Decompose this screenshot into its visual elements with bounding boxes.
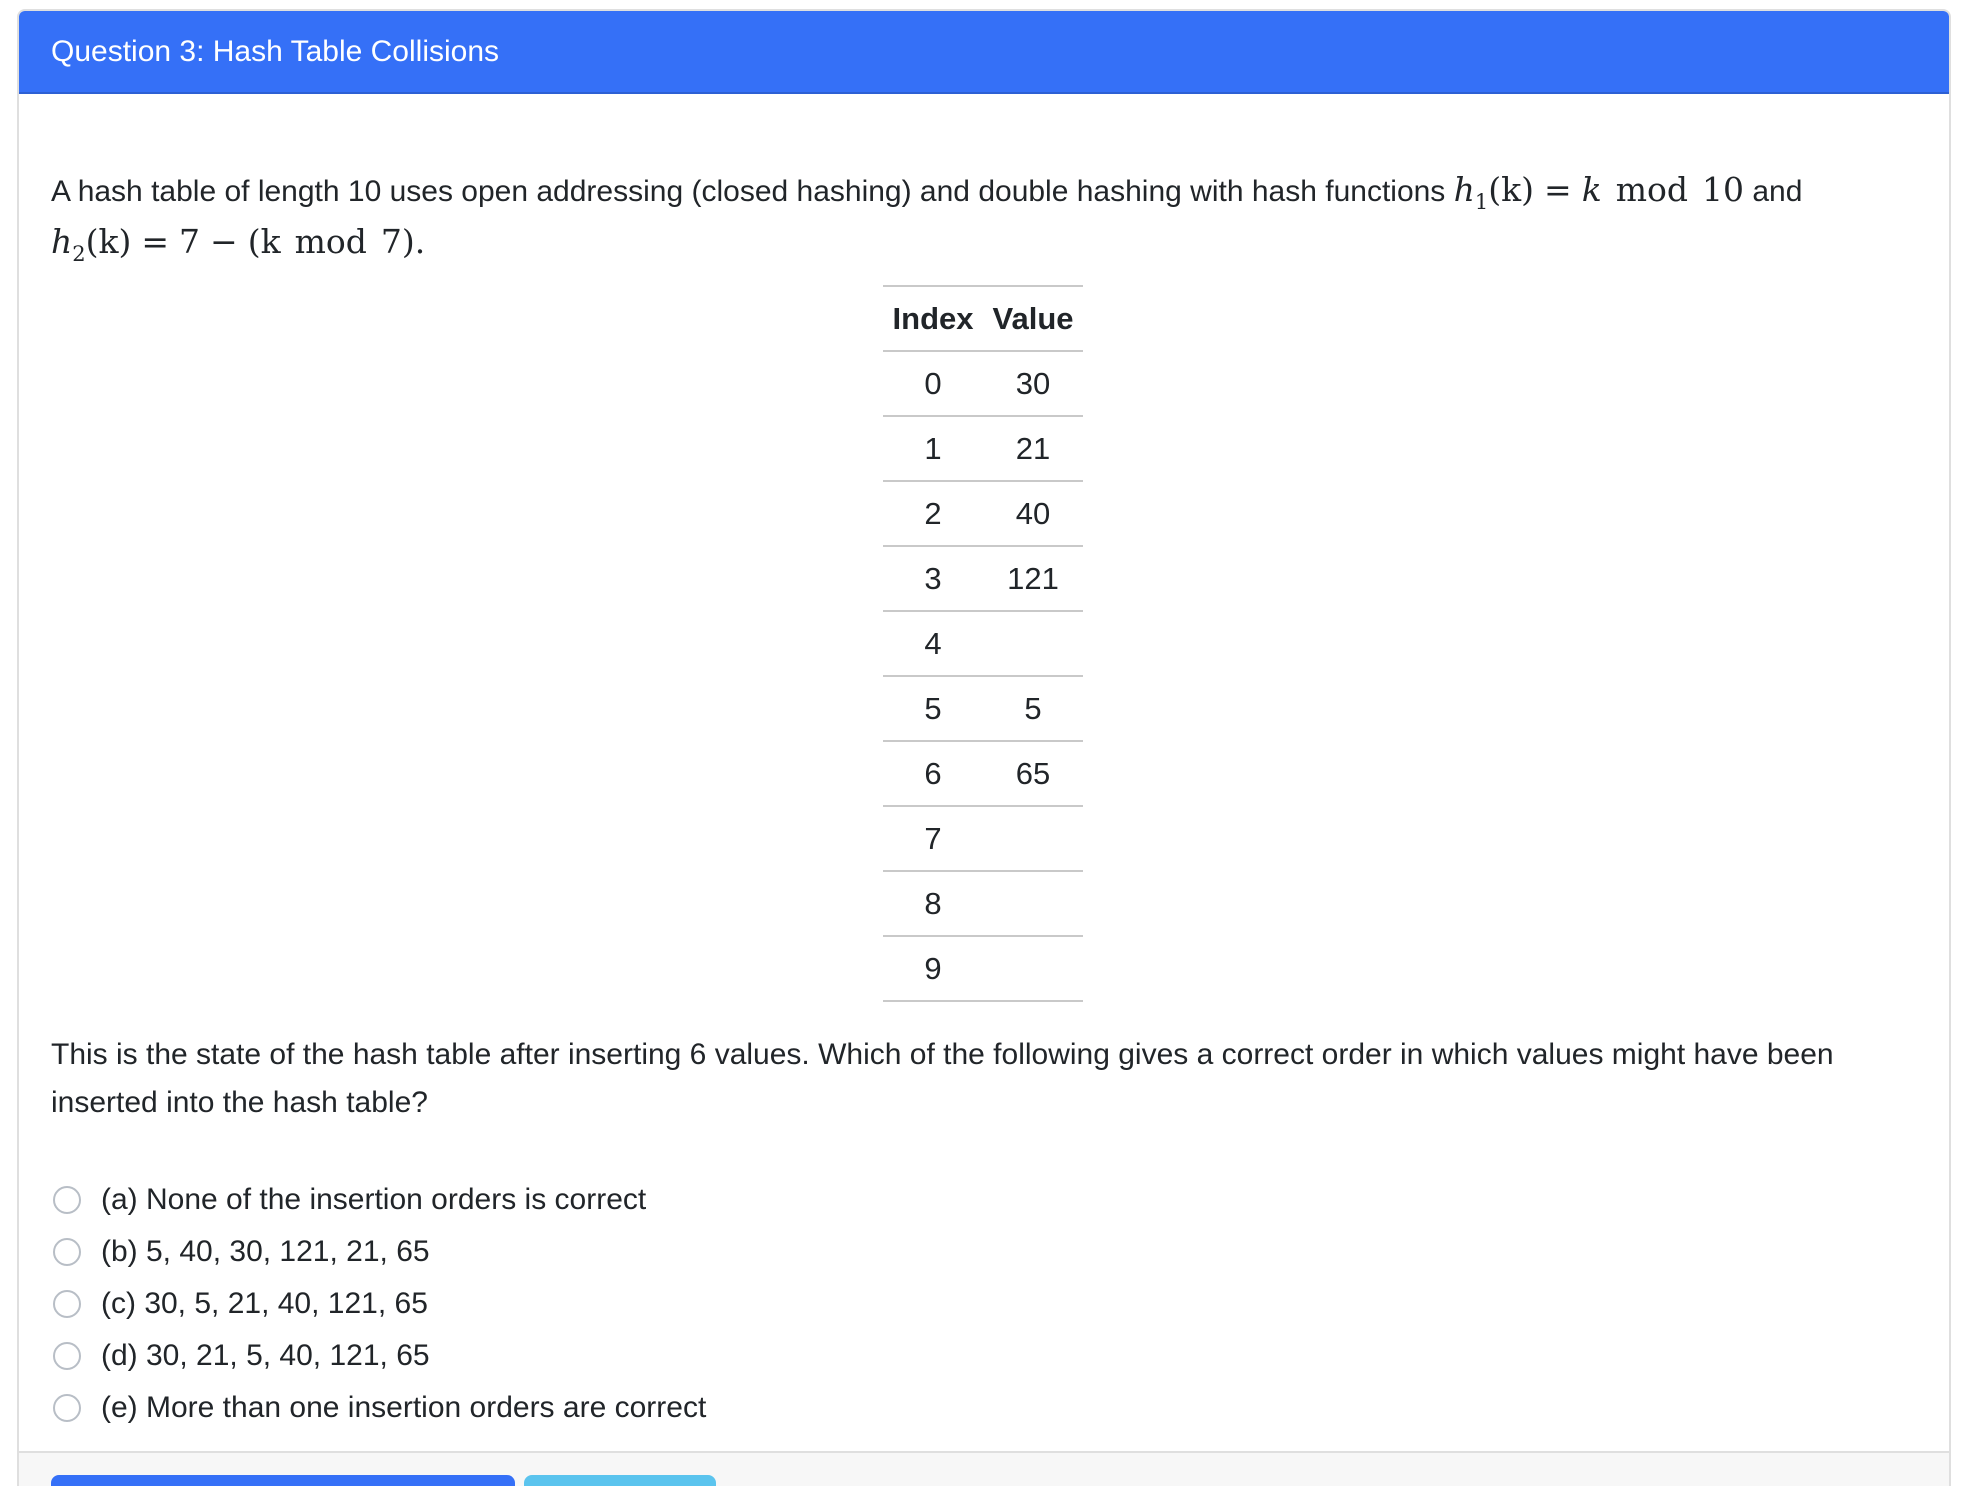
table-row: 2 40 (883, 481, 1083, 547)
value-cell: 121 (983, 546, 1083, 612)
option-label: (d) 30, 21, 5, 40, 121, 65 (101, 1339, 430, 1372)
radio-button[interactable] (53, 1394, 81, 1422)
index-cell: 8 (883, 871, 983, 937)
answer-option[interactable]: (a) None of the insertion orders is corr… (51, 1174, 706, 1226)
answer-option[interactable]: (b) 5, 40, 30, 121, 21, 65 (51, 1226, 706, 1278)
radio-button[interactable] (53, 1238, 81, 1266)
option-label: (c) 30, 5, 21, 40, 121, 65 (101, 1287, 428, 1320)
table-row: 7 (883, 806, 1083, 872)
question-title: Question 3: Hash Table Collisions (51, 34, 500, 68)
option-label: (e) More than one insertion orders are c… (101, 1391, 707, 1424)
value-cell: 30 (983, 351, 1083, 417)
submit-button[interactable] (51, 1475, 515, 1486)
table-row: 1 21 (883, 416, 1083, 482)
answer-options: (a) None of the insertion orders is corr… (51, 1174, 706, 1434)
value-cell (983, 611, 1083, 677)
answer-option[interactable]: (c) 30, 5, 21, 40, 121, 65 (51, 1278, 706, 1330)
value-cell (983, 806, 1083, 872)
question-body: A hash table of length 10 uses open addr… (19, 94, 1949, 270)
hash-table: Index Value 0 30 1 21 2 40 3 121 4 5 5 6 65 7 8 9 (883, 285, 1083, 1002)
value-cell (983, 871, 1083, 937)
index-cell: 9 (883, 936, 983, 1002)
value-cell: 40 (983, 481, 1083, 547)
option-label: (b) 5, 40, 30, 121, 21, 65 (101, 1235, 430, 1268)
table-row: 55 (883, 676, 1083, 742)
radio-button[interactable] (53, 1290, 81, 1318)
secondary-button[interactable] (524, 1475, 716, 1486)
value-cell: 5 (983, 676, 1083, 742)
table-row: 6 65 (883, 741, 1083, 807)
index-cell: 0 (883, 351, 983, 417)
h2-formula: h2(k) = 7− (k mod 7). (51, 222, 426, 266)
index-cell: 6 (883, 741, 983, 807)
column-header-index: Index (883, 286, 983, 352)
radio-button[interactable] (53, 1342, 81, 1370)
h1-formula: h1(k) = k mod 10 (1453, 170, 1744, 214)
index-cell: 2 (883, 481, 983, 547)
question-card: Question 3: Hash Table Collisions A hash… (17, 9, 1951, 1486)
table-row: 8 (883, 871, 1083, 937)
option-label: (a) None of the insertion orders is corr… (101, 1183, 647, 1216)
problem-statement: A hash table of length 10 uses open addr… (51, 166, 1931, 270)
index-cell: 4 (883, 611, 983, 677)
index-cell: 7 (883, 806, 983, 872)
answer-option[interactable]: (e) More than one insertion orders are c… (51, 1382, 706, 1434)
value-cell: 65 (983, 741, 1083, 807)
statement-text: A hash table of length 10 uses open addr… (51, 175, 1446, 208)
radio-button[interactable] (53, 1186, 81, 1214)
table-row: 0 30 (883, 351, 1083, 417)
value-cell: 21 (983, 416, 1083, 482)
index-cell: 1 (883, 416, 983, 482)
question-header: Question 3: Hash Table Collisions (19, 11, 1949, 94)
column-header-value: Value (983, 286, 1083, 352)
statement-and: and (1752, 175, 1803, 208)
card-footer (19, 1451, 1949, 1486)
table-row: 4 (883, 611, 1083, 677)
value-cell (983, 936, 1083, 1002)
answer-option[interactable]: (d) 30, 21, 5, 40, 121, 65 (51, 1330, 706, 1382)
table-row: 9 (883, 936, 1083, 1002)
table-row: 3 121 (883, 546, 1083, 612)
index-cell: 3 (883, 546, 983, 612)
hash-table-container: Index Value 0 30 1 21 2 40 3 121 4 5 5 6 65 7 8 9 (883, 285, 1083, 1002)
question-text: This is the state of the hash table afte… (51, 1038, 1834, 1119)
index-cell: 5 (883, 676, 983, 742)
